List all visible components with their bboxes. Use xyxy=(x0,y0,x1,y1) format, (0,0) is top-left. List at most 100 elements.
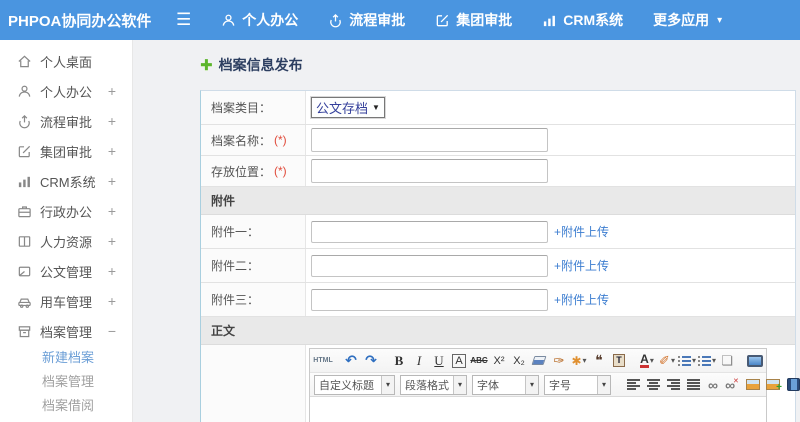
align-left-button[interactable] xyxy=(624,375,642,395)
heading-style-select[interactable]: 自定义标题 ▾ xyxy=(314,374,395,395)
highlight-color-button[interactable]: ✐ ▾ xyxy=(658,351,676,371)
italic-button[interactable]: I xyxy=(410,351,428,371)
nav-personal-office[interactable]: 个人办公 xyxy=(221,10,298,30)
unordered-list-button[interactable]: ▾ xyxy=(698,351,716,371)
archive-icon xyxy=(16,324,32,339)
bar-chart-icon xyxy=(542,13,557,28)
sidebar-subitem-new-archive[interactable]: 新建档案 xyxy=(0,346,132,370)
strikethrough-button[interactable]: ABC xyxy=(470,351,488,371)
sidebar-item-admin-office[interactable]: 行政办公 + xyxy=(0,196,132,226)
sidebar-item-personal-office[interactable]: 个人办公 + xyxy=(0,76,132,106)
body-wrap: 个人桌面 个人办公 + 流程审批 + 集团审批 + CRM系统 + 行政办公 +… xyxy=(0,40,800,422)
dropdown-caret-icon: ▾ xyxy=(582,356,587,365)
align-right-icon xyxy=(666,379,680,390)
remove-format-button[interactable] xyxy=(530,351,548,371)
edit-icon xyxy=(435,13,450,28)
remove-link-button[interactable]: ∞ ✕ xyxy=(724,375,742,395)
sidebar-item-label: 人力资源 xyxy=(40,234,93,250)
align-center-button[interactable] xyxy=(644,375,662,395)
sidebar: 个人桌面 个人办公 + 流程审批 + 集团审批 + CRM系统 + 行政办公 +… xyxy=(0,40,133,422)
category-select[interactable]: 公文存档 ▼ xyxy=(311,97,385,118)
font-name-button[interactable]: A xyxy=(452,353,466,368)
form-row-name: 档案名称： (*) xyxy=(201,125,795,156)
editor-content-area[interactable] xyxy=(310,397,766,422)
bold-button[interactable]: B xyxy=(390,351,408,371)
new-page-button[interactable]: ❏ xyxy=(718,351,736,371)
sidebar-item-crm[interactable]: CRM系统 + xyxy=(0,166,132,196)
font-family-select[interactable]: 字体 ▾ xyxy=(472,374,539,395)
redo-button[interactable]: ↷ xyxy=(362,351,380,371)
monitor-icon xyxy=(747,354,763,367)
fullscreen-button[interactable] xyxy=(746,351,764,371)
superscript-button[interactable]: X² xyxy=(490,351,508,371)
app-window: PHPOA协同办公软件 ☰ 个人办公 流程审批 集团审批 CRM系统 更多应用 … xyxy=(0,0,800,422)
underline-button[interactable]: U xyxy=(430,351,448,371)
sidebar-subitem-archive-manage[interactable]: 档案管理 xyxy=(0,370,132,394)
sidebar-item-hr[interactable]: 人力资源 + xyxy=(0,226,132,256)
nav-group-approval[interactable]: 集团审批 xyxy=(435,10,512,30)
attachment3-input[interactable] xyxy=(311,288,548,311)
paste-as-text-button[interactable]: T xyxy=(610,351,628,371)
insert-image-button[interactable] xyxy=(744,375,762,395)
ordered-list-button[interactable]: ▾ xyxy=(678,351,696,371)
sidebar-item-label: 集团审批 xyxy=(40,144,93,160)
page-title: ✚ 档案信息发布 xyxy=(200,54,800,76)
insert-link-button[interactable]: ∞ xyxy=(704,375,722,395)
collapse-toggle[interactable]: − xyxy=(108,323,116,339)
format-painter-button[interactable]: ✑ xyxy=(550,351,568,371)
sidebar-item-archive-mgmt[interactable]: 档案管理 − xyxy=(0,316,132,346)
expand-toggle[interactable]: + xyxy=(108,293,116,309)
paste-icon: T xyxy=(613,354,625,367)
expand-toggle[interactable]: + xyxy=(108,263,116,279)
sidebar-subitem-archive-borrow[interactable]: 档案借阅 xyxy=(0,394,132,418)
expand-toggle[interactable]: + xyxy=(108,143,116,159)
archive-name-input[interactable] xyxy=(311,128,548,152)
required-mark: (*) xyxy=(274,133,287,147)
nav-more-apps[interactable]: 更多应用 ▾ xyxy=(653,10,722,30)
align-justify-button[interactable] xyxy=(684,375,702,395)
sidebar-item-workflow-approval[interactable]: 流程审批 + xyxy=(0,106,132,136)
app-logo: PHPOA协同办公软件 xyxy=(8,12,152,30)
sidebar-item-document-mgmt[interactable]: 公文管理 + xyxy=(0,256,132,286)
font-size-select[interactable]: 字号 ▾ xyxy=(544,374,611,395)
dropdown-caret-icon: ▾ xyxy=(691,356,696,365)
subscript-button[interactable]: X₂ xyxy=(510,351,528,371)
expand-toggle[interactable]: + xyxy=(108,113,116,129)
select-value: 字号 xyxy=(549,379,571,392)
font-color-icon: A xyxy=(640,351,649,368)
font-color-button[interactable]: A ▾ xyxy=(638,351,656,371)
nav-crm-system[interactable]: CRM系统 xyxy=(542,10,623,30)
expand-toggle[interactable]: + xyxy=(108,173,116,189)
attachment2-input[interactable] xyxy=(311,254,548,277)
nav-workflow-approval[interactable]: 流程审批 xyxy=(328,10,405,30)
paragraph-format-select[interactable]: 段落格式 ▾ xyxy=(400,374,467,395)
quick-format-button[interactable]: ✱ ▾ xyxy=(570,351,588,371)
sidebar-item-desktop[interactable]: 个人桌面 xyxy=(0,46,132,76)
attachment1-upload-link[interactable]: +附件上传 xyxy=(554,223,609,240)
editor-toolbar-row2: 自定义标题 ▾ 段落格式 ▾ 字体 ▾ 字号 ▾ ∞ ∞ ✕ + xyxy=(310,373,800,397)
attachment1-input[interactable] xyxy=(311,220,548,243)
align-right-button[interactable] xyxy=(664,375,682,395)
html-source-button[interactable]: HTML xyxy=(313,351,332,371)
storage-location-input[interactable] xyxy=(311,159,548,183)
upload-image-button[interactable]: + xyxy=(764,375,782,395)
ordered-list-icon xyxy=(678,355,691,366)
sidebar-item-group-approval[interactable]: 集团审批 + xyxy=(0,136,132,166)
undo-button[interactable]: ↶ xyxy=(342,351,360,371)
insert-media-button[interactable] xyxy=(784,375,800,395)
attachment2-upload-link[interactable]: +附件上传 xyxy=(554,257,609,274)
attachment3-upload-link[interactable]: +附件上传 xyxy=(554,291,609,308)
dropdown-caret-icon: ▾ xyxy=(381,375,394,394)
nav-label: CRM系统 xyxy=(563,12,624,28)
person-icon xyxy=(16,84,32,99)
dropdown-caret-icon: ▾ xyxy=(453,375,466,394)
expand-toggle[interactable]: + xyxy=(108,203,116,219)
editor-toolbar-row1: HTML ↶ ↷ B I U A ABC X² X₂ ✑ ✱ ▾ ❝ T A ▾… xyxy=(310,349,766,373)
expand-toggle[interactable]: + xyxy=(108,83,116,99)
sidebar-item-vehicle-mgmt[interactable]: 用车管理 + xyxy=(0,286,132,316)
expand-toggle[interactable]: + xyxy=(108,233,116,249)
blockquote-button[interactable]: ❝ xyxy=(590,351,608,371)
hamburger-menu-icon[interactable]: ☰ xyxy=(176,10,191,30)
edit-icon xyxy=(16,144,32,159)
body-section-header: 正文 xyxy=(201,317,795,345)
